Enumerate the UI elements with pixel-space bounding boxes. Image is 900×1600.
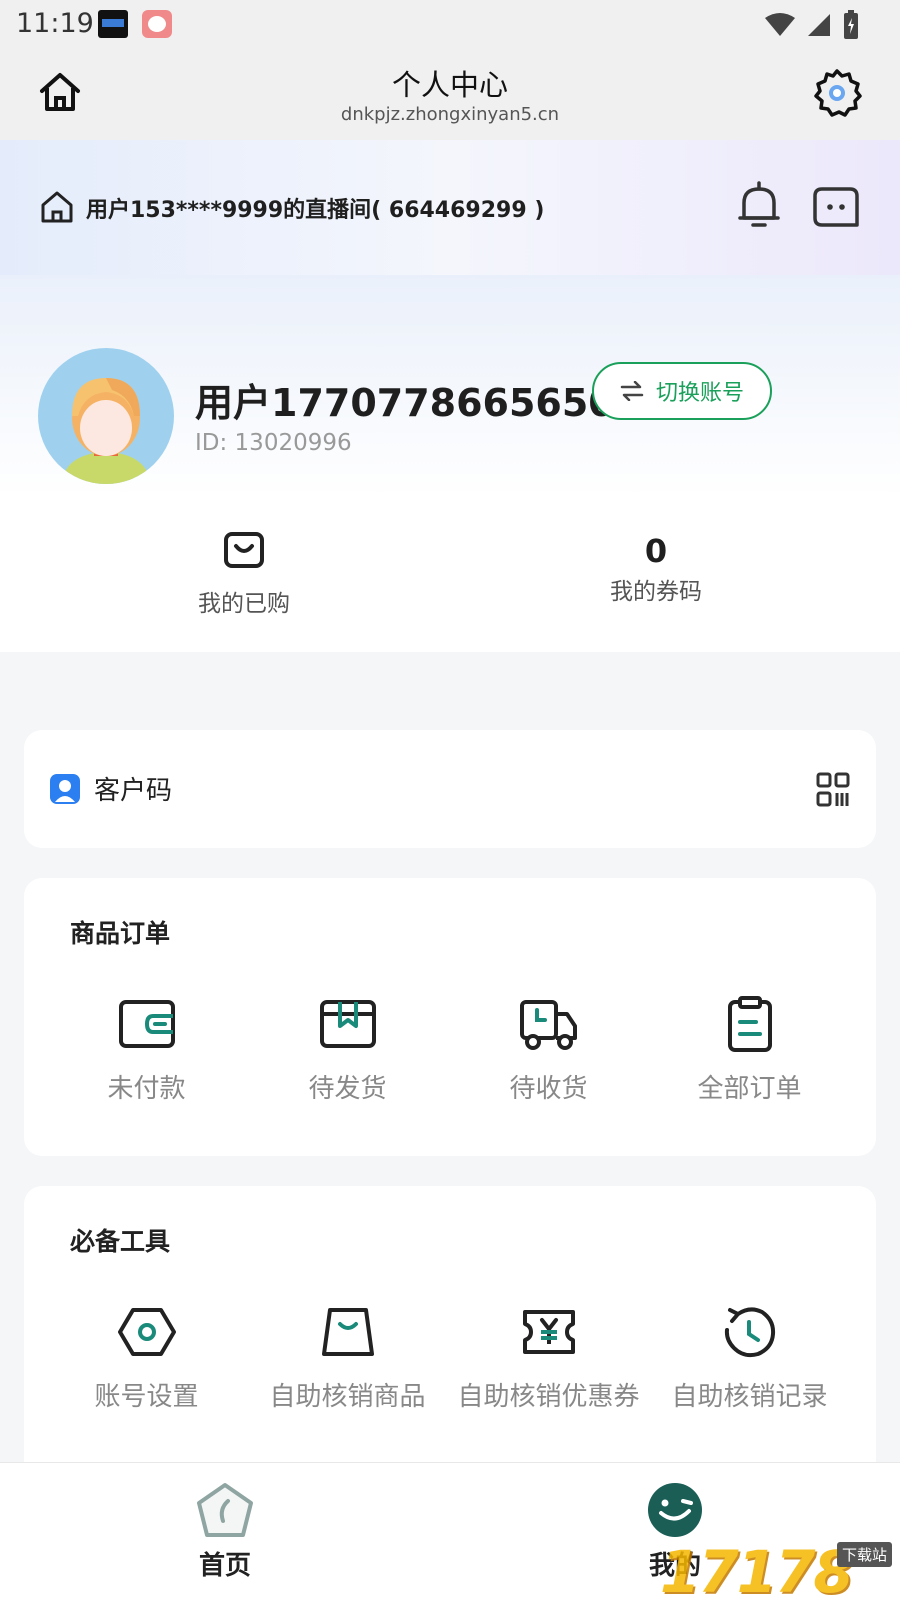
my-purchased[interactable]: 我的已购 bbox=[94, 530, 394, 618]
tools-title: 必备工具 bbox=[70, 1227, 171, 1256]
order-unpaid-label: 未付款 bbox=[107, 1074, 186, 1104]
wifi-icon bbox=[765, 13, 795, 36]
history-icon bbox=[724, 1307, 775, 1358]
bag-icon bbox=[321, 1308, 374, 1356]
order-unpaid[interactable]: 未付款 bbox=[46, 996, 247, 1105]
page-title: 个人中心 bbox=[391, 68, 508, 102]
user-badge-icon bbox=[50, 774, 80, 804]
tools-grid: 账号设置 自助核销商品 自助核销优惠券 自助核销记录 bbox=[24, 1304, 876, 1413]
tool-account-settings[interactable]: 账号设置 bbox=[46, 1304, 247, 1413]
switch-account-label: 切换账号 bbox=[655, 381, 744, 406]
signal-icon bbox=[808, 14, 830, 36]
customer-code-card[interactable]: 客户码 bbox=[24, 730, 876, 848]
package-icon bbox=[319, 1000, 376, 1048]
tab-home-label: 首页 bbox=[198, 1551, 251, 1581]
avatar[interactable] bbox=[38, 348, 174, 484]
status-bar: 11:19 bbox=[0, 0, 900, 48]
live-room-title: 用户153****9999的直播间( 664469299 ) bbox=[86, 198, 545, 223]
coupon-count: 0 bbox=[644, 532, 668, 570]
clipboard-icon bbox=[727, 996, 772, 1052]
site-watermark: 17178 下载站 bbox=[660, 1538, 900, 1600]
my-purchased-label: 我的已购 bbox=[198, 591, 290, 617]
coupon-label: 我的券码 bbox=[610, 579, 702, 605]
tool-verify-history-label: 自助核销记录 bbox=[671, 1382, 828, 1412]
orders-title: 商品订单 bbox=[70, 919, 171, 948]
orders-grid: 未付款 待发货 待收货 全部订单 bbox=[24, 996, 876, 1105]
tools-card: 必备工具 账号设置 自助核销商品 自助核销优惠券 自助核销记录 bbox=[24, 1186, 876, 1486]
tool-verify-coupon-label: 自助核销优惠券 bbox=[457, 1382, 640, 1412]
tool-verify-goods-label: 自助核销商品 bbox=[269, 1382, 426, 1412]
battery-icon bbox=[844, 10, 858, 39]
smile-tab-icon bbox=[648, 1483, 702, 1537]
order-to-receive[interactable]: 待收货 bbox=[448, 996, 649, 1105]
tab-home[interactable]: 首页 bbox=[135, 1481, 315, 1582]
watermark-number: 17178 bbox=[660, 1538, 854, 1600]
tool-verify-history[interactable]: 自助核销记录 bbox=[649, 1304, 850, 1413]
customer-code-label: 客户码 bbox=[94, 776, 173, 806]
notification-app-icon bbox=[142, 10, 172, 38]
truck-icon bbox=[519, 1000, 577, 1050]
user-id: ID: 13020996 bbox=[195, 430, 352, 456]
live-room-bar[interactable]: 用户153****9999的直播间( 664469299 ) bbox=[0, 140, 900, 275]
tool-verify-goods[interactable]: 自助核销商品 bbox=[247, 1304, 448, 1413]
bell-icon[interactable] bbox=[735, 180, 783, 230]
gear-icon[interactable] bbox=[812, 68, 862, 118]
profile-section: 用户153****9999的直播间( 664469299 ) 用户1770778… bbox=[0, 140, 900, 652]
switch-account-button[interactable]: 切换账号 bbox=[592, 362, 772, 420]
wallet-icon bbox=[118, 1000, 175, 1048]
username: 用户1770778665650 bbox=[195, 381, 615, 425]
status-time: 11:19 bbox=[16, 8, 94, 39]
ticket-icon bbox=[522, 1310, 575, 1354]
order-all-label: 全部订单 bbox=[697, 1074, 802, 1104]
top-navbar: 个人中心 dnkpjz.zhongxinyan5.cn bbox=[0, 48, 900, 140]
shopping-bag-icon bbox=[224, 532, 264, 568]
watermark-tag: 下载站 bbox=[836, 1542, 892, 1567]
orders-card: 商品订单 未付款 待发货 待收货 全部订单 bbox=[24, 878, 876, 1156]
swap-icon bbox=[620, 381, 644, 401]
tool-verify-coupon[interactable]: 自助核销优惠券 bbox=[448, 1304, 649, 1413]
page-url: dnkpjz.zhongxinyan5.cn bbox=[340, 104, 560, 125]
order-to-ship[interactable]: 待发货 bbox=[247, 996, 448, 1105]
order-all[interactable]: 全部订单 bbox=[649, 996, 850, 1105]
clock-app-icon bbox=[98, 10, 128, 38]
message-icon[interactable] bbox=[812, 186, 860, 228]
hexagon-settings-icon bbox=[117, 1308, 176, 1356]
tool-account-settings-label: 账号设置 bbox=[94, 1382, 199, 1412]
order-to-receive-label: 待收货 bbox=[509, 1074, 588, 1104]
avatar-image bbox=[64, 378, 148, 484]
home-tab-icon bbox=[197, 1483, 253, 1537]
status-indicators bbox=[764, 10, 860, 40]
order-to-ship-label: 待发货 bbox=[308, 1074, 387, 1104]
home-outline-icon bbox=[41, 191, 73, 223]
qr-code-icon[interactable] bbox=[816, 772, 850, 808]
my-coupon-codes[interactable]: 0 我的券码 bbox=[506, 530, 806, 606]
